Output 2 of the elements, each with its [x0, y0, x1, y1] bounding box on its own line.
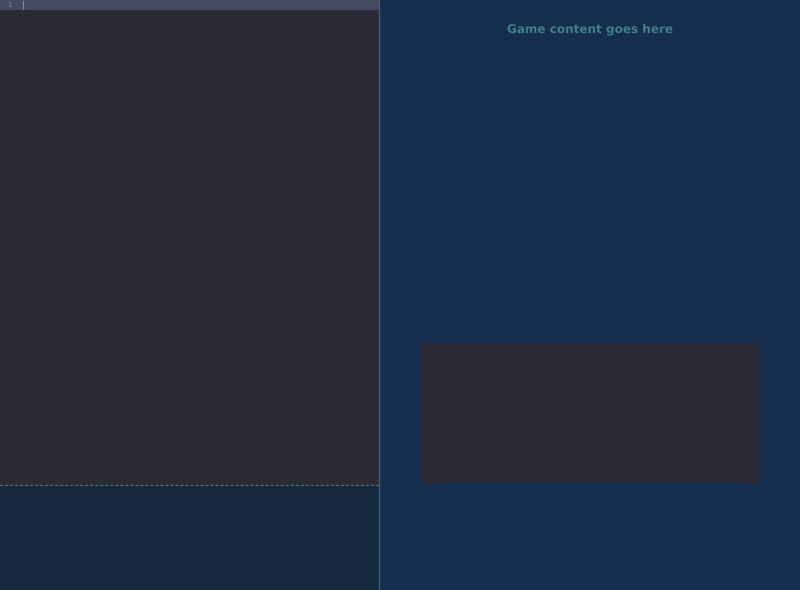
game-placeholder-text: Game content goes here: [506, 22, 674, 36]
text-cursor: [23, 0, 24, 10]
